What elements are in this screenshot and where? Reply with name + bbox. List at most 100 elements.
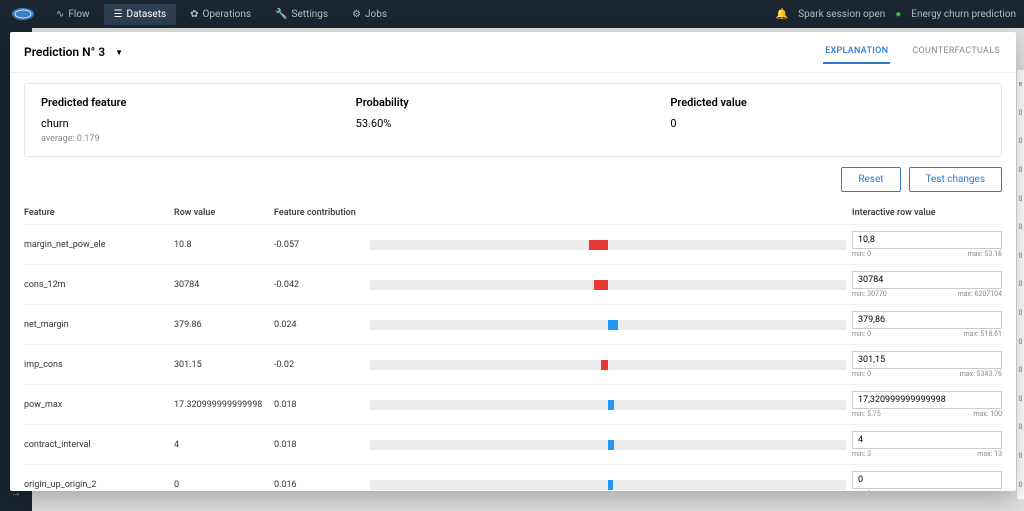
bell-icon[interactable]: 🔔: [776, 9, 788, 20]
min-label: min: 0: [852, 330, 871, 338]
feature-name: cons_12m: [24, 280, 174, 290]
settings-icon: 🔧: [275, 9, 287, 20]
interactive-cell: min: 0 max: 518.61: [852, 311, 1002, 338]
feature-name: origin_up_origin_2: [24, 480, 174, 490]
min-label: min: 5.75: [852, 410, 881, 418]
row-value: 30784: [174, 280, 274, 290]
interactive-value-input[interactable]: [852, 231, 1002, 249]
min-label: min: 30770: [852, 290, 887, 298]
nav: ∿Flow ☰Datasets ✿Operations 🔧Settings ⚙J…: [46, 4, 397, 25]
table-row: contract_interval40.018 min: 3 max: 13: [24, 425, 1002, 465]
interactive-cell: min: 30770 max: 6207104: [852, 271, 1002, 298]
max-label: max: 53.16: [968, 250, 1002, 258]
row-value: 10.8: [174, 240, 274, 250]
predicted-value-value: 0: [670, 117, 985, 130]
feature-name: margin_net_pow_ele: [24, 240, 174, 250]
row-value: 17.320999999999998: [174, 400, 274, 410]
probability-label: Probability: [356, 96, 671, 109]
max-label: max: 518.61: [964, 330, 1002, 338]
nav-operations[interactable]: ✿Operations: [180, 4, 261, 25]
max-label: max: 5343.76: [960, 370, 1002, 378]
row-value: 4: [174, 440, 274, 450]
max-label: max: 1: [981, 490, 1002, 491]
interactive-cell: min: 3 max: 13: [852, 431, 1002, 458]
table-row: pow_max17.3209999999999980.018min: 5.75m…: [24, 385, 1002, 425]
nav-flow[interactable]: ∿Flow: [46, 4, 100, 25]
topbar: ∿Flow ☰Datasets ✿Operations 🔧Settings ⚙J…: [0, 0, 1024, 28]
row-value: 0: [174, 480, 274, 490]
interactive-value-input[interactable]: [852, 431, 1002, 449]
interactive-value-input[interactable]: [852, 351, 1002, 369]
spark-status: Spark session open: [798, 9, 885, 20]
interactive-cell: min: 5.75 max: 100: [852, 391, 1002, 418]
feature-name: pow_max: [24, 400, 174, 410]
nav-jobs[interactable]: ⚙Jobs: [342, 4, 397, 25]
action-buttons: Reset Test changes: [10, 167, 1016, 202]
col-row-value: Row value: [174, 208, 274, 218]
min-label: min: 3: [852, 450, 871, 458]
tab-explanation[interactable]: EXPLANATION: [823, 40, 890, 64]
feature-name: net_margin: [24, 320, 174, 330]
nav-settings[interactable]: 🔧Settings: [265, 4, 338, 25]
modal-tabs: EXPLANATION COUNTERFACTUALS: [823, 40, 1002, 64]
interactive-value-input[interactable]: [852, 271, 1002, 289]
max-label: max: 6207104: [958, 290, 1002, 298]
min-label: min: 0: [852, 250, 871, 258]
explanation-modal: Prediction N° 3 ▼ EXPLANATION COUNTERFAC…: [10, 32, 1016, 491]
predicted-feature-avg: average: 0.179: [41, 134, 356, 144]
table-header: Feature Row value Feature contribution I…: [24, 202, 1002, 225]
contribution-value: 0.016: [274, 480, 364, 490]
contribution-value: -0.042: [274, 280, 364, 290]
interactive-cell: min: 0 max: 5343.76: [852, 351, 1002, 378]
contribution-value: 0.018: [274, 400, 364, 410]
contribution-value: 0.018: [274, 440, 364, 450]
contribution-value: 0.024: [274, 320, 364, 330]
interactive-value-input[interactable]: [852, 391, 1002, 409]
contribution-bar: [364, 480, 852, 490]
col-interactive: Interactive row value: [852, 208, 1002, 218]
topbar-right: 🔔 Spark session open ● Energy churn pred…: [776, 9, 1016, 20]
interactive-value-input[interactable]: [852, 471, 1002, 489]
contribution-bar: [364, 440, 852, 450]
contribution-bar: [364, 280, 852, 290]
tab-counterfactuals[interactable]: COUNTERFACTUALS: [910, 40, 1002, 64]
col-feature: Feature: [24, 208, 174, 218]
table-row: cons_12m30784-0.042 min: 30770 max: 620710…: [24, 265, 1002, 305]
feature-name: imp_cons: [24, 360, 174, 370]
test-changes-button[interactable]: Test changes: [909, 167, 1002, 192]
feature-table: Feature Row value Feature contribution I…: [10, 202, 1016, 491]
min-label: min: 0: [852, 370, 871, 378]
table-row: imp_cons301.15-0.02 min: 0 max: 5343.76: [24, 345, 1002, 385]
row-value: 301.15: [174, 360, 274, 370]
flow-icon: ∿: [56, 9, 64, 20]
table-row: origin_up_origin_200.016 min: 0 max: 1: [24, 465, 1002, 491]
min-label: min: 0: [852, 490, 871, 491]
max-label: max: 13: [977, 450, 1002, 458]
col-contribution: Feature contribution: [274, 208, 364, 218]
summary-card: Predicted feature churn average: 0.179 P…: [24, 83, 1002, 157]
table-row: net_margin379.860.024 min: 0 max: 518.61: [24, 305, 1002, 345]
interactive-value-input[interactable]: [852, 311, 1002, 329]
contribution-bar: [364, 360, 852, 370]
predicted-feature-value: churn: [41, 117, 356, 130]
contribution-bar: [364, 240, 852, 250]
predicted-value-col: Predicted value 0: [670, 96, 985, 144]
reset-button[interactable]: Reset: [841, 167, 900, 192]
contribution-value: -0.02: [274, 360, 364, 370]
jobs-icon: ⚙: [352, 9, 361, 20]
max-label: max: 100: [973, 410, 1002, 418]
prediction-selector[interactable]: Prediction N° 3 ▼: [24, 45, 123, 59]
nav-datasets[interactable]: ☰Datasets: [104, 4, 177, 25]
logo[interactable]: [8, 4, 38, 24]
operations-icon: ✿: [190, 9, 198, 20]
interactive-cell: min: 0 max: 1: [852, 471, 1002, 491]
row-value: 379.86: [174, 320, 274, 330]
predicted-feature-label: Predicted feature: [41, 96, 356, 109]
datasets-icon: ☰: [114, 9, 123, 20]
predicted-value-label: Predicted value: [670, 96, 985, 109]
predicted-feature-col: Predicted feature churn average: 0.179: [41, 96, 356, 144]
feature-name: contract_interval: [24, 440, 174, 450]
probability-value: 53.60%: [356, 117, 671, 130]
right-strip: e00000000000000: [1016, 70, 1024, 499]
contribution-bar: [364, 320, 852, 330]
